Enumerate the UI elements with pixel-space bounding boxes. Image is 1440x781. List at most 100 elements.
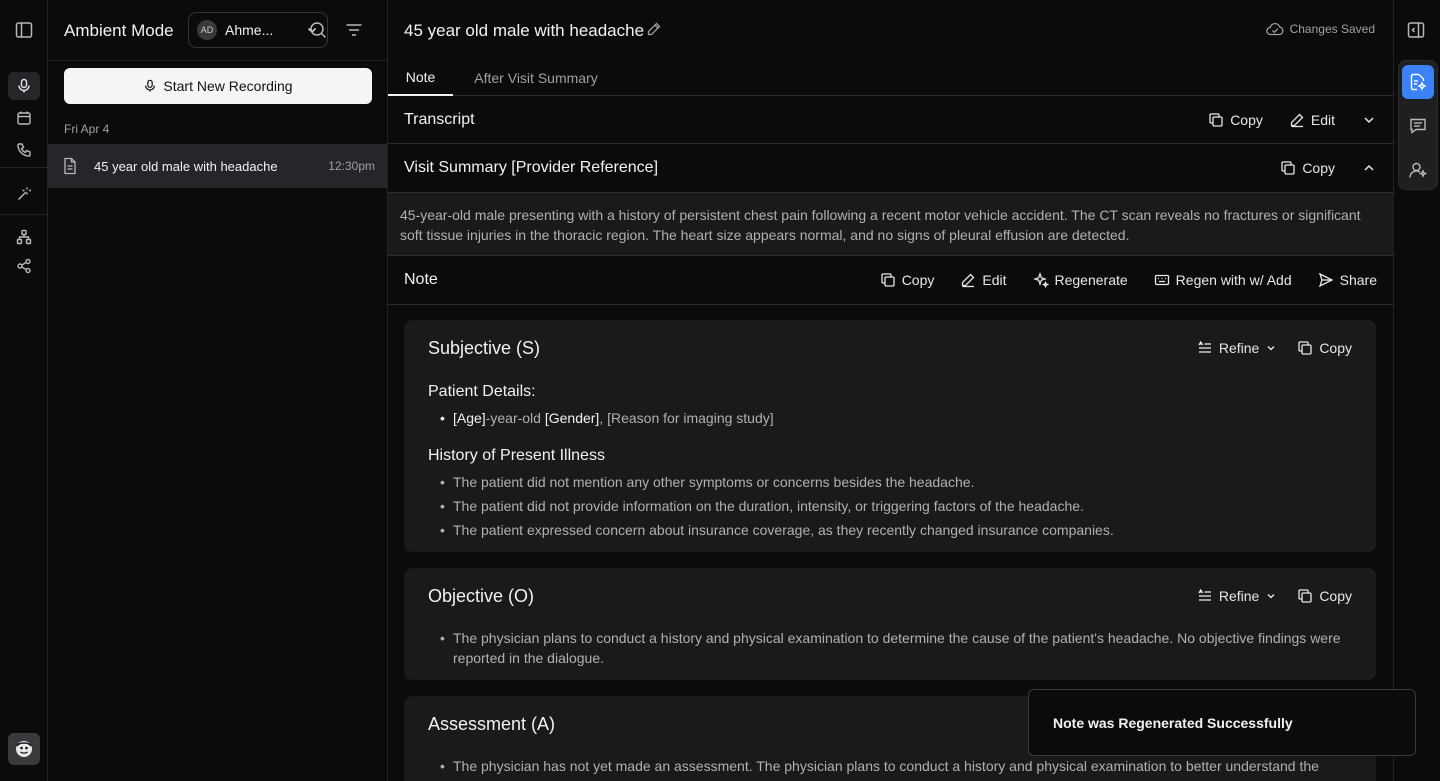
right-rail xyxy=(1393,0,1440,781)
visit-summary-title: Visit Summary [Provider Reference] xyxy=(404,159,659,176)
date-group-label: Fri Apr 4 xyxy=(64,122,110,136)
refine-label: Refine xyxy=(1218,340,1260,356)
visit-summary-collapse-button[interactable] xyxy=(1361,160,1377,176)
copy-label: Copy xyxy=(1319,588,1352,604)
edit-label: Edit xyxy=(1310,111,1335,128)
save-status: Changes Saved xyxy=(1265,22,1375,36)
reason-placeholder: , [Reason for imaging study] xyxy=(599,410,774,426)
share-button[interactable]: Share xyxy=(1318,272,1377,288)
refine-icon xyxy=(1198,340,1211,353)
list-item: The patient did not provide information … xyxy=(440,496,1352,516)
age-suffix: -year-old xyxy=(485,410,545,426)
regenerate-button[interactable]: Regenerate xyxy=(1032,272,1128,288)
refine-icon xyxy=(1198,588,1211,601)
start-recording-button[interactable]: Start New Recording xyxy=(64,68,372,104)
share-label: Share xyxy=(1339,272,1377,288)
tab-after-visit-summary[interactable]: After Visit Summary xyxy=(468,60,604,96)
gender-placeholder: [Gender] xyxy=(544,410,600,426)
regen-with-add-button[interactable]: Regen with w/ Add xyxy=(1154,272,1292,288)
user-avatar: AD xyxy=(197,20,217,40)
pencil-icon xyxy=(962,273,975,288)
tab-note[interactable]: Note xyxy=(388,60,453,96)
note-edit-button[interactable]: Edit xyxy=(960,272,1007,288)
chevron-up-icon xyxy=(1364,164,1374,171)
workflow-icon[interactable] xyxy=(8,223,40,251)
note-toolbar: Note Copy Edit Regenerate Regen with w/ … xyxy=(388,256,1393,305)
calendar-icon[interactable] xyxy=(8,104,40,132)
list-item: The patient expressed concern about insu… xyxy=(440,520,1352,540)
objective-title: Objective (O) xyxy=(428,585,535,606)
pencil-icon[interactable] xyxy=(646,21,662,37)
cloud-check-icon xyxy=(1265,23,1284,36)
sidebar-title: Ambient Mode xyxy=(64,21,174,40)
filter-icon[interactable] xyxy=(344,20,364,40)
subjective-copy-button[interactable]: Copy xyxy=(1297,340,1352,356)
transcript-section[interactable]: Transcript Copy Edit xyxy=(388,96,1393,144)
age-placeholder: [Age] xyxy=(453,410,486,426)
transcript-edit-button[interactable]: Edit xyxy=(1289,112,1335,128)
success-toast: Note was Regenerated Successfully xyxy=(1028,689,1416,756)
chevron-down-icon xyxy=(1267,594,1275,599)
tab-bar: Note After Visit Summary xyxy=(388,60,1393,96)
session-list-item[interactable]: 45 year old male with headache 12:30pm xyxy=(48,144,387,188)
microphone-icon xyxy=(145,79,156,92)
user-ai-icon[interactable] xyxy=(1402,153,1434,187)
share-nodes-icon[interactable] xyxy=(8,252,40,280)
app-window: Ambient Mode AD Ahme... Start New Record… xyxy=(0,0,1440,781)
document-edit-icon[interactable] xyxy=(1402,65,1434,99)
chevron-down-icon xyxy=(1364,116,1374,123)
regenerate-label: Regenerate xyxy=(1054,272,1128,288)
pencil-icon xyxy=(1290,113,1304,127)
panel-toggle-icon[interactable] xyxy=(1406,20,1426,40)
toast-message: Note was Regenerated Successfully xyxy=(1053,714,1293,731)
sidebar-header: Ambient Mode AD Ahme... xyxy=(48,0,387,61)
keyboard-icon xyxy=(1154,274,1169,286)
transcript-copy-button[interactable]: Copy xyxy=(1208,112,1263,128)
subjective-card: Subjective (S) Refine Copy Patient Detai… xyxy=(404,320,1376,552)
search-icon[interactable] xyxy=(308,20,328,40)
regen-with-add-label: Regen with w/ Add xyxy=(1175,272,1292,288)
left-rail xyxy=(0,0,48,781)
transcript-expand-button[interactable] xyxy=(1361,112,1377,128)
subjective-title: Subjective (S) xyxy=(428,337,541,358)
refine-dropdown[interactable]: Refine xyxy=(1197,340,1277,356)
sessions-sidebar: Ambient Mode AD Ahme... Start New Record… xyxy=(48,0,388,781)
hpi-heading: History of Present Illness xyxy=(428,447,605,464)
copy-label: Copy xyxy=(1230,111,1263,128)
profile-avatar[interactable] xyxy=(8,733,40,765)
save-status-text: Changes Saved xyxy=(1289,22,1375,36)
refine-dropdown[interactable]: Refine xyxy=(1197,588,1277,604)
chat-icon[interactable] xyxy=(1402,109,1434,143)
note-copy-button[interactable]: Copy xyxy=(880,272,935,288)
visit-summary-section[interactable]: Visit Summary [Provider Reference] Copy xyxy=(388,144,1393,193)
panel-switcher xyxy=(1398,60,1438,190)
list-item: The physician has not yet made an assess… xyxy=(440,756,1352,776)
objective-card: Objective (O) Refine Copy The physician … xyxy=(404,568,1376,680)
patient-details-item: [Age]-year-old [Gender], [Reason for ima… xyxy=(440,408,1352,428)
sidebar-toggle-icon[interactable] xyxy=(8,16,40,44)
phone-icon[interactable] xyxy=(8,136,40,164)
main-content: 45 year old male with headache Changes S… xyxy=(388,0,1393,781)
copy-label: Copy xyxy=(901,272,935,288)
transcript-title: Transcript xyxy=(404,110,475,128)
microphone-icon[interactable] xyxy=(8,72,40,100)
subjective-header: Subjective (S) Refine Copy xyxy=(428,336,1352,360)
magic-wand-icon[interactable] xyxy=(8,180,40,208)
refine-label: Refine xyxy=(1218,588,1260,604)
copy-icon xyxy=(1298,341,1312,355)
list-item: The physician plans to conduct a history… xyxy=(440,628,1352,668)
page-title: 45 year old male with headache xyxy=(404,21,645,40)
objective-copy-button[interactable]: Copy xyxy=(1297,588,1352,604)
chevron-down-icon xyxy=(1267,346,1275,351)
main-header: 45 year old male with headache Changes S… xyxy=(388,0,1393,60)
visit-summary-copy-button[interactable]: Copy xyxy=(1280,160,1335,176)
copy-label: Copy xyxy=(1319,340,1352,356)
note-title: Note xyxy=(404,271,438,288)
document-icon xyxy=(64,157,76,175)
user-selector[interactable]: AD Ahme... xyxy=(188,12,328,48)
user-name: Ahme... xyxy=(225,22,274,38)
send-icon xyxy=(1318,272,1334,288)
copy-icon xyxy=(1298,589,1312,603)
session-title: 45 year old male with headache xyxy=(94,158,278,174)
visit-summary-text: 45-year-old male presenting with a histo… xyxy=(388,193,1393,256)
